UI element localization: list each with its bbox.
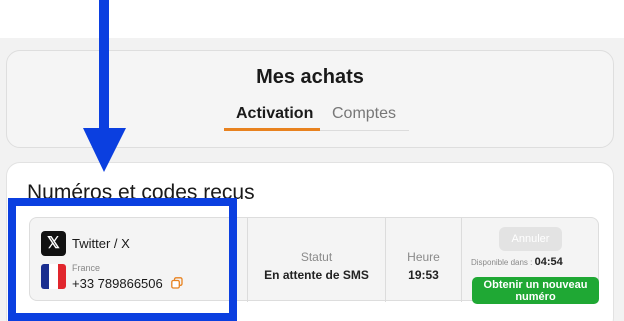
availability-time: 04:54 [534, 256, 563, 268]
purchases-title: Mes achats [256, 66, 364, 88]
purchases-card: Mes achats Activation Comptes [6, 50, 614, 148]
numbers-card: Numéros et codes reçus 𝕏 Twitter / X Fra… [6, 162, 614, 321]
time-cell: Heure 19:53 [386, 218, 461, 302]
purchases-tabs: Activation Comptes [224, 101, 409, 131]
numbers-title: Numéros et codes reçus [27, 181, 255, 204]
actions-cell: Annuler Disponible dans : 04:54 Obtenir … [462, 218, 600, 304]
active-tab-indicator [224, 128, 320, 131]
status-cell: Statut En attente de SMS [248, 218, 385, 302]
service-name: Twitter / X [72, 236, 130, 251]
time-value: 19:53 [408, 268, 439, 282]
time-label: Heure [407, 250, 440, 264]
country-name: France [72, 263, 101, 273]
status-value: En attente de SMS [264, 268, 369, 282]
status-label: Statut [300, 250, 333, 264]
copy-icon[interactable] [171, 277, 183, 289]
availability-countdown: Disponible dans : 04:54 [471, 256, 563, 268]
service-cell: 𝕏 Twitter / X France +33 789866506 [30, 218, 246, 302]
get-new-number-button[interactable]: Obtenir un nouveau numéro [472, 277, 599, 304]
tab-activation[interactable]: Activation [236, 105, 313, 123]
table-row: 𝕏 Twitter / X France +33 789866506 Statu… [29, 217, 600, 304]
x-logo-icon: 𝕏 [41, 231, 66, 256]
france-flag-icon [41, 264, 66, 289]
availability-label: Disponible dans : [471, 258, 533, 267]
phone-number: +33 789866506 [72, 276, 163, 291]
cancel-button[interactable]: Annuler [499, 227, 562, 251]
tab-comptes[interactable]: Comptes [332, 105, 396, 123]
